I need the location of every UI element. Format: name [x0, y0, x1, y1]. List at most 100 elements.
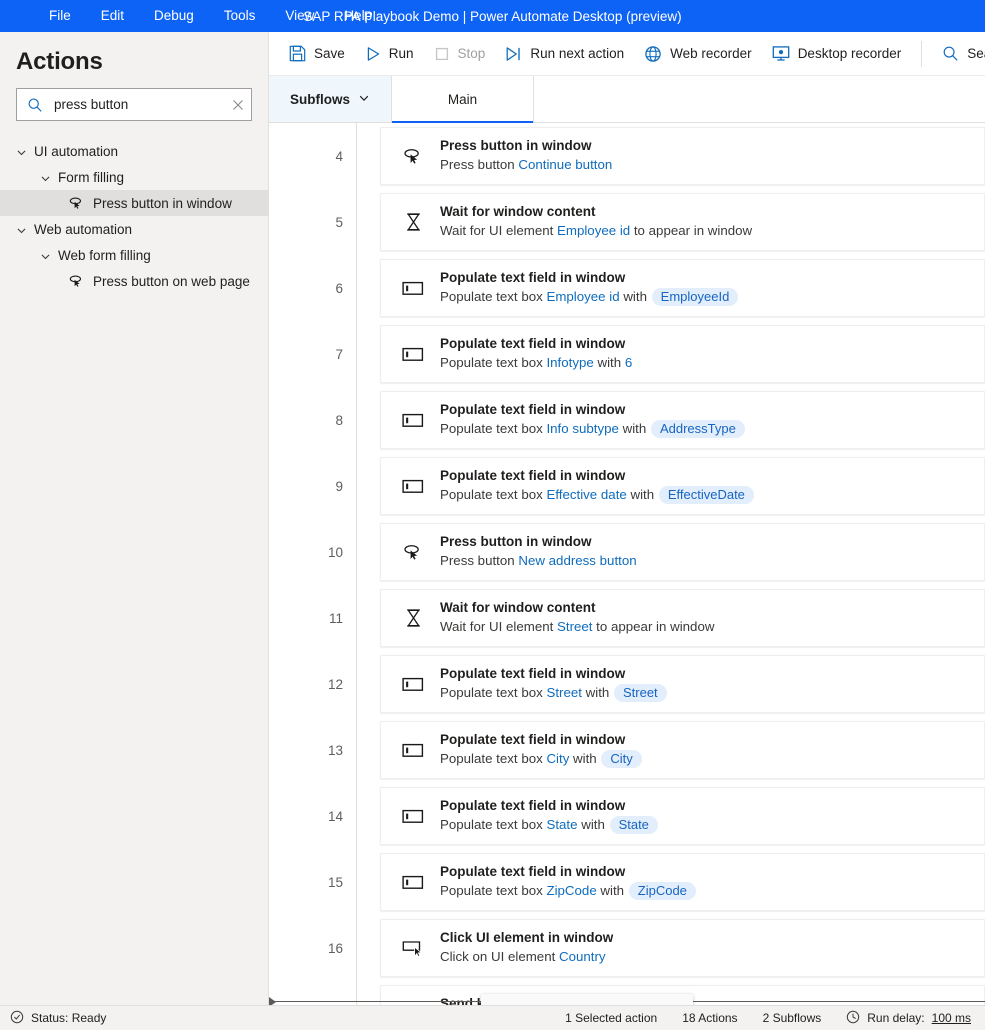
action-row[interactable]: 11 Wait for window content Wait for UI ele…	[269, 585, 985, 651]
action-param-link[interactable]: Country	[559, 949, 606, 964]
action-card[interactable]: Populate text field in window Populate te…	[380, 391, 985, 449]
variable-chip[interactable]: ZipCode	[628, 881, 696, 900]
action-card[interactable]: Populate text field in window Populate te…	[380, 325, 985, 383]
menu-item-view[interactable]: View	[270, 0, 329, 32]
action-card[interactable]: Populate text field in window Populate te…	[380, 457, 985, 515]
web-recorder-button[interactable]: Web recorder	[634, 38, 762, 70]
action-description: Populate text box Employee id with Emplo…	[440, 287, 984, 307]
action-param-link[interactable]: ZipCode	[546, 883, 596, 898]
action-param-link[interactable]: State	[546, 817, 577, 832]
variable-chip[interactable]: State	[609, 815, 658, 834]
action-param-link[interactable]: City	[546, 751, 569, 766]
menu-item-edit[interactable]: Edit	[86, 0, 139, 32]
action-card[interactable]: Populate text field in window Populate te…	[380, 721, 985, 779]
action-param-link[interactable]: Info subtype	[546, 421, 618, 436]
action-row[interactable]: 13 Populate text field in window Populate …	[269, 717, 985, 783]
action-row[interactable]: 9 Populate text field in window Populate t…	[269, 453, 985, 519]
action-card[interactable]: Populate text field in window Populate te…	[380, 787, 985, 845]
press-button-icon	[402, 543, 424, 561]
chevron-down-icon[interactable]	[40, 250, 51, 261]
tab-subflows[interactable]: Subflows	[269, 76, 391, 122]
drag-ghost-text: Press button in windowPress button in wi…	[540, 1003, 692, 1005]
run-delay[interactable]: Run delay: 100 ms	[846, 1010, 971, 1027]
action-param-link[interactable]: Street	[557, 619, 592, 634]
action-row[interactable]: 15 Populate text field in window Populate …	[269, 849, 985, 915]
action-desc-text: Press button	[440, 157, 519, 172]
action-row[interactable]: 10 Press button in window Press button New…	[269, 519, 985, 585]
chevron-down-icon[interactable]	[16, 224, 27, 235]
action-param-link[interactable]: Street	[546, 685, 581, 700]
sidebar-item-web-automation[interactable]: Web automation	[0, 216, 268, 242]
action-row[interactable]: 7 Populate text field in window Populate t…	[269, 321, 985, 387]
action-title: Populate text field in window	[440, 270, 626, 285]
action-card[interactable]: Press button in window Press button Conti…	[380, 127, 985, 185]
action-param-link[interactable]: Continue button	[518, 157, 612, 172]
sidebar-item-press-button-on-web-page[interactable]: Press button on web page	[0, 268, 268, 294]
action-card[interactable]: Wait for window content Wait for UI eleme…	[380, 193, 985, 251]
desktop-recorder-button[interactable]: Desktop recorder	[762, 38, 912, 70]
variable-chip[interactable]: AddressType	[650, 419, 745, 438]
clear-icon[interactable]	[231, 98, 245, 112]
variable-chip[interactable]: Street	[613, 683, 667, 702]
action-card[interactable]: Populate text field in window Populate te…	[380, 655, 985, 713]
action-row[interactable]: 14 Populate text field in window Populate …	[269, 783, 985, 849]
menu-item-help[interactable]: Help	[329, 0, 387, 32]
sidebar-item-web-form-filling[interactable]: Web form filling	[0, 242, 268, 268]
action-param-link[interactable]: Employee id	[546, 289, 619, 304]
action-row-number: 13	[327, 742, 343, 758]
action-row[interactable]: 6 Populate text field in window Populate t…	[269, 255, 985, 321]
text-field-icon	[402, 479, 424, 494]
action-row[interactable]: 4 Press button in window Press button Cont…	[269, 123, 985, 189]
action-row[interactable]: 8 Populate text field in window Populate t…	[269, 387, 985, 453]
run-delay-label: Run delay:	[867, 1011, 925, 1025]
flow-action-list[interactable]: 4 Press button in window Press button Cont…	[269, 123, 985, 1005]
action-desc-text: with	[569, 751, 601, 766]
action-card[interactable]: Click UI element in window Click on UI el…	[380, 919, 985, 977]
action-desc-text: Populate text box	[440, 751, 547, 766]
action-text: Wait for window content Wait for UI eleme…	[440, 203, 984, 241]
action-card[interactable]: Populate text field in window Populate te…	[380, 853, 985, 911]
sidebar-item-form-filling[interactable]: Form filling	[0, 164, 268, 190]
action-param-link[interactable]: New address button	[518, 553, 636, 568]
selected-actions-count: 1 Selected action	[565, 1011, 658, 1025]
action-row-number: 15	[327, 874, 343, 890]
variable-chip[interactable]: City	[601, 749, 642, 768]
step-icon	[505, 46, 522, 62]
action-card[interactable]: Wait for window content Wait for UI eleme…	[380, 589, 985, 647]
action-card[interactable]: Press button in window Press button New a…	[380, 523, 985, 581]
action-text: Populate text field in window Populate te…	[440, 401, 984, 439]
action-description: Press button Continue button	[440, 155, 984, 175]
search-inside-button[interactable]: Search inside	[932, 38, 985, 70]
actions-search-box[interactable]	[16, 88, 252, 121]
variable-chip[interactable]: EmployeeId	[651, 287, 739, 306]
sidebar-item-press-button-in-window[interactable]: Press button in window	[0, 190, 268, 216]
run-delay-value[interactable]: 100 ms	[932, 1011, 971, 1025]
action-param-link[interactable]: Effective date	[546, 487, 626, 502]
action-param-link[interactable]: 6	[625, 355, 632, 370]
variable-chip[interactable]: EffectiveDate	[658, 485, 754, 504]
sidebar-item-ui-automation[interactable]: UI automation	[0, 138, 268, 164]
action-rows: 4 Press button in window Press button Cont…	[269, 123, 985, 1005]
action-row-number: 16	[327, 940, 343, 956]
action-param-link[interactable]: Employee id	[557, 223, 630, 238]
run-next-action-button[interactable]: Run next action	[495, 38, 634, 70]
action-row[interactable]: 5 Wait for window content Wait for UI elem…	[269, 189, 985, 255]
action-desc-text: with	[619, 289, 651, 304]
action-row[interactable]: 16 Click UI element in window Click on UI …	[269, 915, 985, 981]
action-param-link[interactable]: Infotype	[546, 355, 593, 370]
run-button[interactable]: Run	[355, 38, 424, 70]
search-input[interactable]	[43, 97, 231, 112]
chevron-down-icon[interactable]	[16, 146, 27, 157]
chevron-down-icon[interactable]	[40, 172, 51, 183]
menu-item-tools[interactable]: Tools	[209, 0, 271, 32]
status-check-icon	[10, 1010, 24, 1027]
action-row-number: 10	[327, 544, 343, 560]
action-desc-text: with	[577, 817, 609, 832]
tab-main[interactable]: Main	[391, 76, 534, 123]
menu-item-file[interactable]: File	[34, 0, 86, 32]
save-button[interactable]: Save	[279, 38, 355, 70]
action-title: Wait for window content	[440, 600, 596, 615]
action-card[interactable]: Populate text field in window Populate te…	[380, 259, 985, 317]
menu-item-debug[interactable]: Debug	[139, 0, 209, 32]
action-row[interactable]: 12 Populate text field in window Populate …	[269, 651, 985, 717]
